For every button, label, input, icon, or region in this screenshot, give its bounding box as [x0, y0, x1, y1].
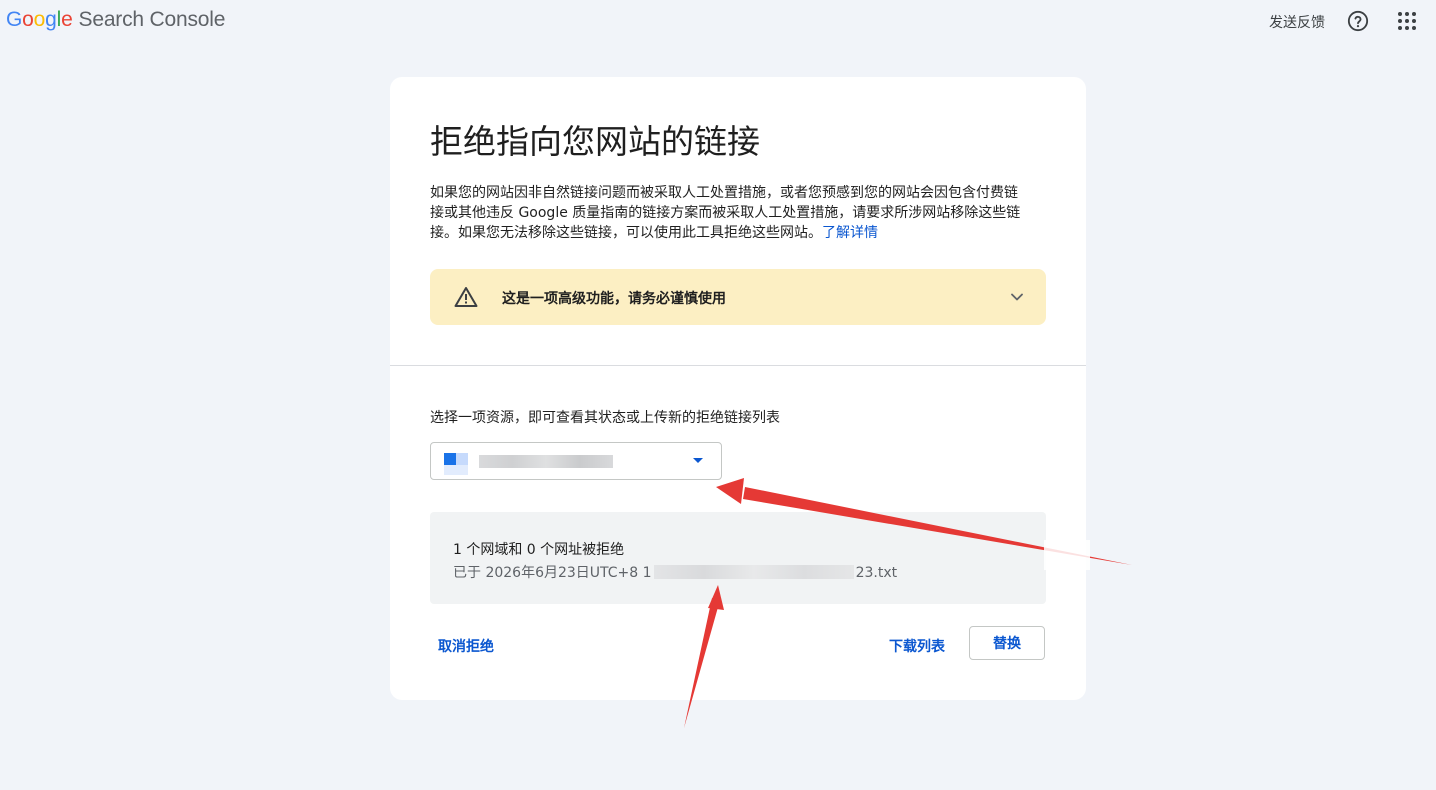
property-select-label: 选择一项资源，即可查看其状态或上传新的拒绝链接列表 — [430, 410, 780, 426]
filename-redacted — [653, 565, 854, 579]
help-circle-icon[interactable] — [1347, 10, 1369, 32]
google-wordmark: Google — [6, 8, 73, 32]
advanced-feature-warning[interactable]: 这是一项高级功能，请务必谨慎使用 — [430, 269, 1046, 325]
logo-letter: g — [45, 8, 57, 31]
send-feedback-link[interactable]: 发送反馈 — [1269, 12, 1325, 32]
top-app-bar: Google Search Console 发送反馈 — [0, 0, 1436, 44]
property-favicon — [444, 453, 456, 465]
apps-grid-icon[interactable] — [1397, 11, 1417, 31]
warning-text: 这是一项高级功能，请务必谨慎使用 — [502, 291, 726, 307]
disavow-summary: 1 个网域和 0 个网址被拒绝 — [453, 542, 625, 558]
chevron-down-icon[interactable] — [1008, 288, 1026, 306]
caret-down-icon — [693, 458, 703, 463]
disavow-links-card: 拒绝指向您网站的链接 如果您的网站因非自然链接问题而被采取人工处置措施，或者您预… — [390, 77, 1086, 700]
disavow-status-box: 1 个网域和 0 个网址被拒绝 已于 2026年6月23日UTC+8 1 23.t… — [430, 512, 1046, 604]
download-list-button[interactable]: 下载列表 — [889, 636, 945, 656]
page-title: 拒绝指向您网站的链接 — [430, 122, 760, 161]
property-favicon-shadow — [444, 465, 468, 475]
property-name-redacted — [479, 455, 613, 468]
upload-detail-prefix: 已于 2026年6月23日UTC+8 1 — [453, 565, 652, 581]
description-text: 如果您的网站因非自然链接问题而被采取人工处置措施，或者您预感到您的网站会因包含付… — [430, 185, 1021, 241]
logo-letter: e — [61, 8, 73, 31]
learn-more-link[interactable]: 了解详情 — [822, 225, 878, 241]
property-select[interactable] — [430, 442, 722, 480]
undo-disavow-button[interactable]: 取消拒绝 — [438, 636, 494, 656]
product-name: Search Console — [78, 8, 226, 31]
logo-letter: G — [6, 8, 23, 31]
page-description: 如果您的网站因非自然链接问题而被采取人工处置措施，或者您预感到您的网站会因包含付… — [430, 183, 1030, 243]
search-console-logo[interactable]: Google Search Console — [6, 8, 225, 36]
section-divider — [390, 365, 1086, 366]
property-favicon-shadow — [456, 453, 468, 465]
logo-letter: o — [33, 8, 46, 31]
replace-button[interactable]: 替换 — [969, 626, 1045, 660]
upload-detail-suffix: 23.txt — [855, 565, 898, 581]
logo-letter: o — [22, 8, 34, 31]
upload-detail: 已于 2026年6月23日UTC+8 1 23.txt — [453, 562, 897, 582]
warning-triangle-icon — [454, 287, 478, 307]
